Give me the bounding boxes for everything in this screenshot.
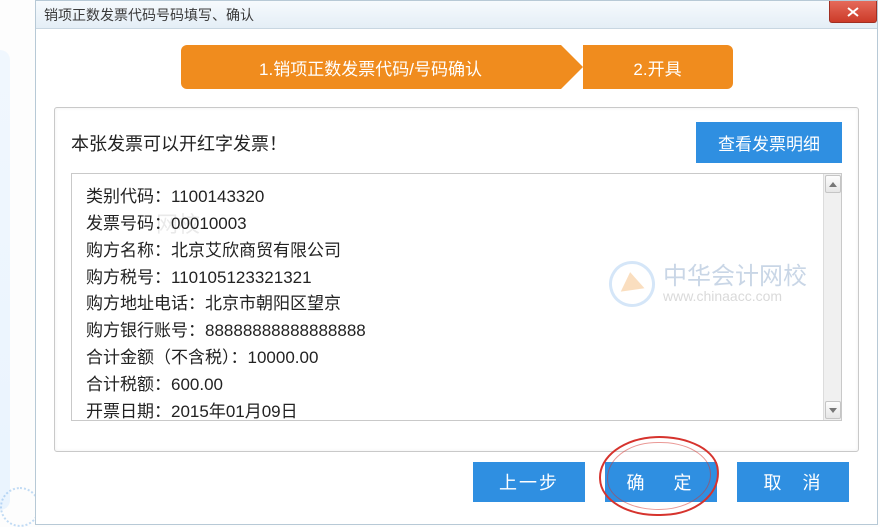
invoice-info-panel: 类别代码：1100143320 发票号码：00010003 购方名称：北京艾欣商… [71, 173, 842, 421]
cancel-button[interactable]: 取 消 [737, 462, 849, 502]
dialog-window: 销项正数发票代码号码填写、确认 1.销项正数发票代码/号码确认 2.开具 本张发… [35, 0, 878, 525]
confirm-button[interactable]: 确 定 [605, 462, 717, 502]
label: 合计税额： [86, 375, 171, 394]
field-buyer-name: 购方名称：北京艾欣商贸有限公司 [86, 238, 827, 265]
edge-dotted-circle [0, 487, 40, 527]
view-invoice-detail-button[interactable]: 查看发票明细 [696, 122, 842, 163]
field-buyer-tax-id: 购方税号：110105123321321 [86, 265, 827, 292]
scrollbar-track[interactable] [823, 174, 841, 420]
field-buyer-address-phone: 购方地址电话：北京市朝阳区望京 [86, 291, 827, 318]
label: 类别代码： [86, 187, 171, 206]
label: 购方银行账号： [86, 321, 205, 340]
label: 合计金额（不含税）： [86, 348, 248, 367]
title-bar: 销项正数发票代码号码填写、确认 [36, 1, 877, 29]
label: 购方税号： [86, 268, 171, 287]
step-indicator: 1.销项正数发票代码/号码确认 2.开具 [36, 45, 877, 89]
field-category-code: 类别代码：1100143320 [86, 184, 827, 211]
content-card: 本张发票可以开红字发票！ 查看发票明细 类别代码：1100143320 发票号码… [54, 107, 859, 452]
step-2: 2.开具 [583, 45, 733, 89]
window-title: 销项正数发票代码号码填写、确认 [44, 5, 254, 25]
value: 00010003 [171, 214, 247, 233]
label: 发票号码： [86, 214, 171, 233]
scrollbar-up-icon[interactable] [825, 175, 841, 193]
card-header: 本张发票可以开红字发票！ 查看发票明细 [71, 122, 842, 163]
value: 北京市朝阳区望京 [205, 294, 341, 313]
value: 10000.00 [248, 348, 319, 367]
field-invoice-number: 发票号码：00010003 [86, 211, 827, 238]
field-total-tax: 合计税额：600.00 [86, 372, 827, 399]
field-invoice-date: 开票日期：2015年01月09日 [86, 399, 827, 421]
value: 2015年01月09日 [171, 402, 298, 421]
step-1: 1.销项正数发票代码/号码确认 [181, 45, 561, 89]
scrollbar-down-icon[interactable] [825, 401, 841, 419]
value: 110105123321321 [171, 268, 312, 287]
step-2-label: 2.开具 [633, 55, 681, 80]
field-total-amount-excl-tax: 合计金额（不含税）：10000.00 [86, 345, 827, 372]
value: 1100143320 [171, 187, 264, 206]
value: 北京艾欣商贸有限公司 [171, 241, 341, 260]
close-button[interactable] [829, 1, 877, 23]
label: 购方地址电话： [86, 294, 205, 313]
previous-step-button[interactable]: 上一步 [473, 462, 585, 502]
step-1-label: 1.销项正数发票代码/号码确认 [259, 55, 482, 80]
label: 购方名称： [86, 241, 171, 260]
close-icon [846, 6, 860, 18]
red-invoice-notice: 本张发票可以开红字发票！ [71, 130, 287, 156]
field-buyer-bank-account: 购方银行账号：88888888888888888 [86, 318, 827, 345]
value: 88888888888888888 [205, 321, 366, 340]
edge-decoration [0, 50, 10, 510]
dialog-footer: 上一步 确 定 取 消 [473, 462, 849, 502]
label: 开票日期： [86, 402, 171, 421]
value: 600.00 [171, 375, 223, 394]
